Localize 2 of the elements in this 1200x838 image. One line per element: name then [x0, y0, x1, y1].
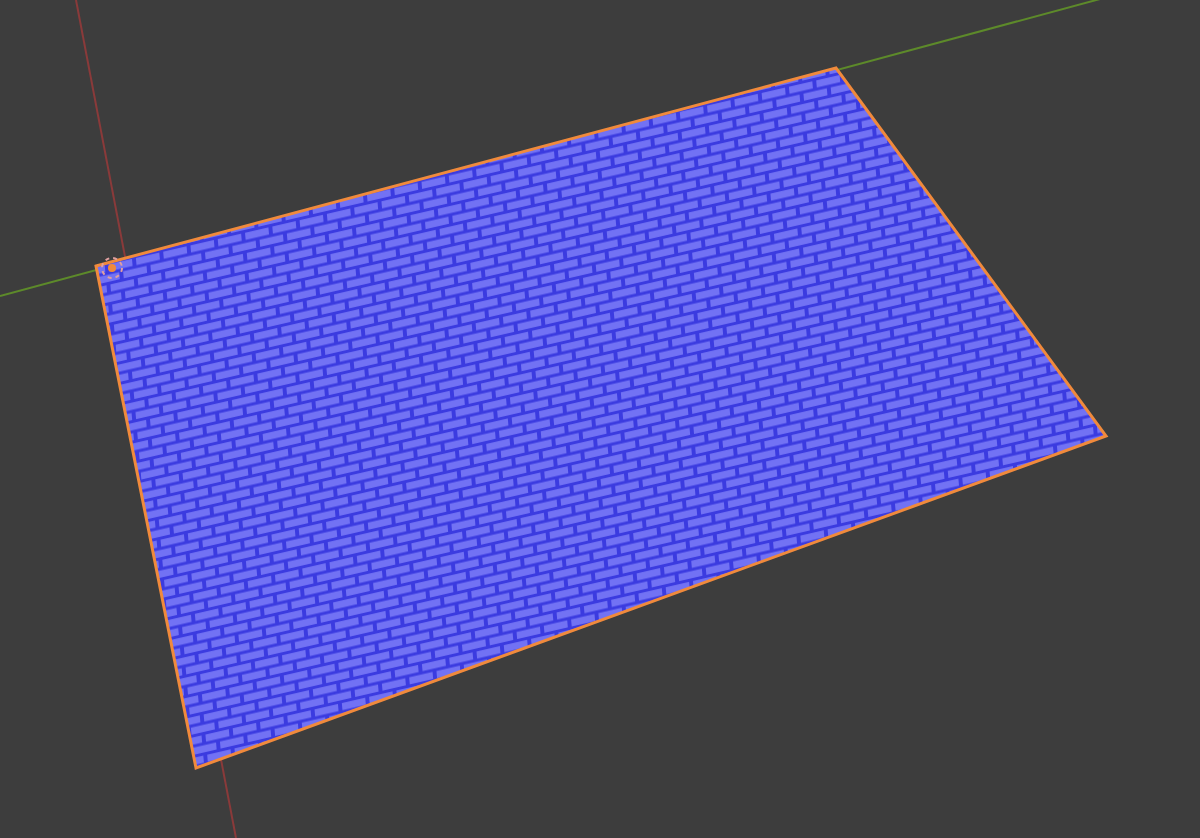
- brick-plane[interactable]: [94, 66, 1109, 770]
- object-origin-icon: [101, 257, 123, 279]
